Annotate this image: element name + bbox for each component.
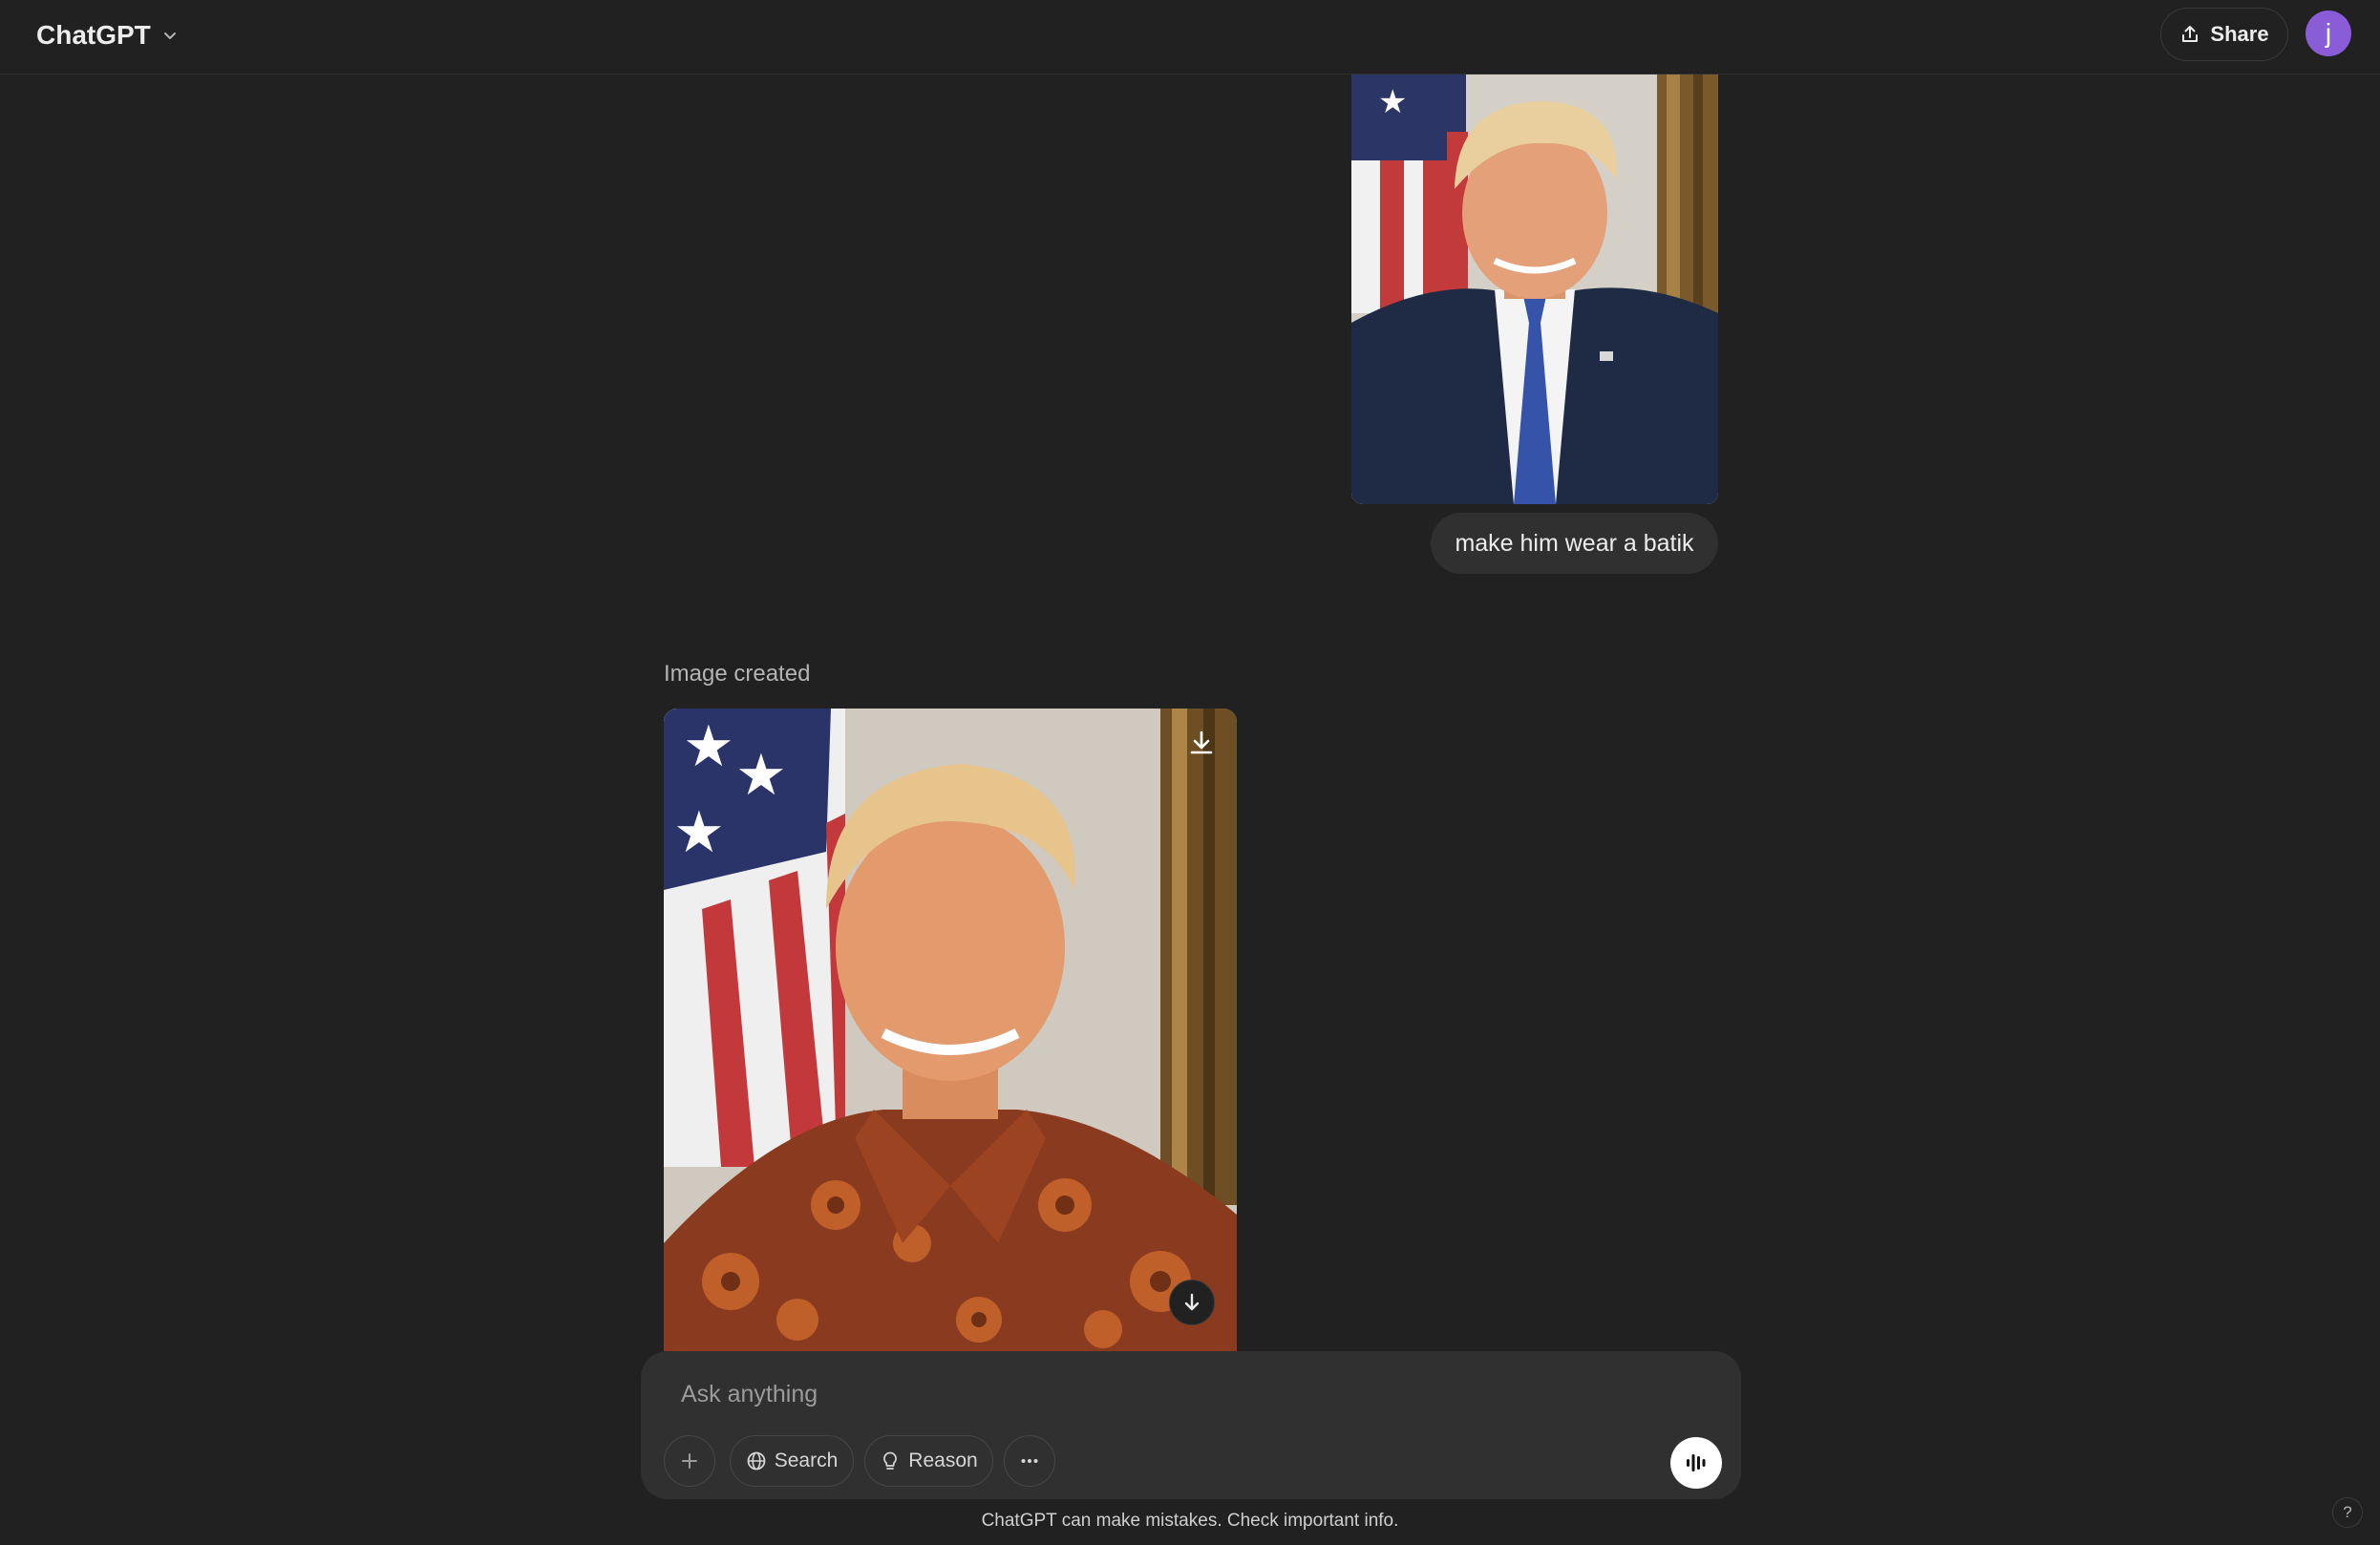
share-label: Share	[2210, 22, 2269, 46]
uploaded-portrait-image[interactable]: ★	[1351, 74, 1718, 504]
ellipsis-icon	[1021, 1459, 1038, 1463]
help-label: ?	[2343, 1503, 2352, 1521]
voice-mode-button[interactable]	[1670, 1437, 1722, 1489]
search-label: Search	[774, 1450, 839, 1471]
more-tools-button[interactable]	[1004, 1435, 1055, 1487]
download-image-button[interactable]	[1184, 726, 1219, 760]
svg-text:★: ★	[735, 742, 787, 809]
globe-icon	[747, 1451, 766, 1471]
generated-batik-image[interactable]: ★ ★ ★	[664, 709, 1237, 1351]
user-avatar[interactable]: j	[2306, 11, 2351, 56]
generated-photo: ★ ★ ★	[664, 709, 1237, 1351]
user-message-text: make him wear a batik	[1455, 529, 1694, 557]
model-selector[interactable]: ChatGPT	[27, 13, 189, 57]
message-composer: Search Reason	[641, 1351, 1741, 1499]
share-button[interactable]: Share	[2160, 8, 2288, 61]
portrait-photo: ★	[1351, 74, 1718, 504]
user-message-bubble: make him wear a batik	[1431, 513, 1718, 574]
arrow-down-icon	[1184, 1293, 1200, 1311]
attach-button[interactable]	[664, 1435, 715, 1487]
chevron-down-icon	[163, 32, 176, 39]
svg-text:★: ★	[683, 713, 734, 780]
download-icon	[1190, 730, 1213, 754]
prompt-input[interactable]	[679, 1372, 1695, 1416]
image-created-label: Image created	[664, 661, 811, 687]
svg-text:★: ★	[1378, 83, 1407, 121]
reason-label: Reason	[908, 1450, 978, 1471]
model-name: ChatGPT	[36, 20, 151, 50]
chatgpt-page: ChatGPT Share j ★ make him wear a batik …	[0, 0, 2380, 1545]
lightbulb-icon	[883, 1451, 898, 1470]
scroll-to-bottom-button[interactable]	[1169, 1280, 1215, 1325]
avatar-initial: j	[2325, 18, 2332, 48]
voice-waveform-icon	[1687, 1454, 1706, 1471]
svg-text:★: ★	[673, 799, 725, 866]
help-button[interactable]: ?	[2332, 1497, 2363, 1528]
search-button[interactable]: Search	[730, 1435, 854, 1487]
plus-icon	[682, 1453, 697, 1469]
top-bar: ChatGPT Share j	[0, 0, 2380, 74]
disclaimer-text: ChatGPT can make mistakes. Check importa…	[981, 1511, 1399, 1531]
share-icon	[2182, 26, 2199, 42]
reason-button[interactable]: Reason	[864, 1435, 993, 1487]
